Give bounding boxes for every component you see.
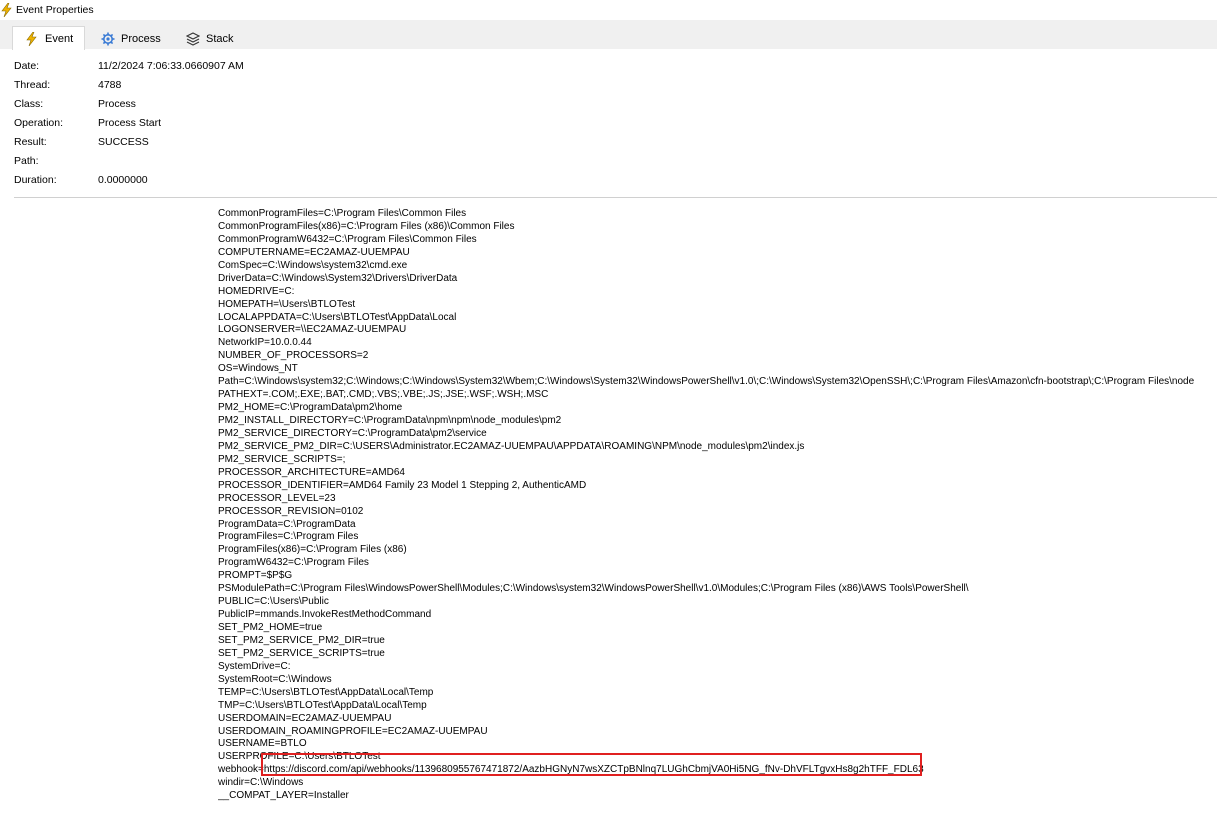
environment-variable-line: PublicIP=mmands.InvokeRestMethodCommand <box>218 609 432 621</box>
stack-layers-icon <box>185 31 201 46</box>
environment-variable-line: PM2_SERVICE_DIRECTORY=C:\ProgramData\pm2… <box>218 427 487 439</box>
property-row-thread: Thread: 4788 <box>14 79 414 95</box>
section-divider <box>14 197 1217 198</box>
window-titlebar: Event Properties <box>0 0 1217 20</box>
environment-variable-line: CommonProgramFiles(x86)=C:\Program Files… <box>218 220 515 232</box>
property-value: Process <box>98 98 136 110</box>
property-row-class: Class: Process <box>14 98 414 114</box>
tab-stack-label: Stack <box>206 32 234 45</box>
tab-event-label: Event <box>45 32 74 45</box>
environment-variable-line: USERDOMAIN=EC2AMAZ-UUEMPAU <box>218 712 392 724</box>
environment-variable-line: USERPROFILE=C:\Users\BTLOTest <box>218 751 381 763</box>
property-label: Result: <box>14 136 47 148</box>
environment-variable-line: windir=C:\Windows <box>218 777 304 789</box>
gear-icon <box>101 32 115 46</box>
environment-variable-line: PATHEXT=.COM;.EXE;.BAT;.CMD;.VBS;.VBE;.J… <box>218 389 549 401</box>
environment-variables-text[interactable]: CommonProgramFiles=C:\Program Files\Comm… <box>218 208 1217 803</box>
environment-variable-line: OS=Windows_NT <box>218 363 298 375</box>
environment-variable-line: PSModulePath=C:\Program Files\WindowsPow… <box>218 583 969 595</box>
environment-variable-line: __COMPAT_LAYER=Installer <box>218 790 349 802</box>
environment-variable-line: PM2_SERVICE_PM2_DIR=C:\USERS\Administrat… <box>218 440 805 452</box>
environment-variable-line: LOGONSERVER=\\EC2AMAZ-UUEMPAU <box>218 324 407 336</box>
environment-variable-line: PUBLIC=C:\Users\Public <box>218 596 329 608</box>
environment-variable-line: USERDOMAIN_ROAMINGPROFILE=EC2AMAZ-UUEMPA… <box>218 725 488 737</box>
environment-variable-line: LOCALAPPDATA=C:\Users\BTLOTest\AppData\L… <box>218 311 457 323</box>
environment-variable-line: PM2_INSTALL_DIRECTORY=C:\ProgramData\npm… <box>218 415 562 426</box>
environment-variable-line: DriverData=C:\Windows\System32\Drivers\D… <box>218 272 458 284</box>
tab-event[interactable]: Event <box>12 26 85 50</box>
property-value: SUCCESS <box>98 136 149 148</box>
lightning-bolt-icon <box>0 2 14 18</box>
environment-variable-line: COMPUTERNAME=EC2AMAZ-UUEMPAU <box>218 246 410 258</box>
environment-variable-line: ComSpec=C:\Windows\system32\cmd.exe <box>218 259 408 271</box>
environment-variable-line: webhook=https://discord.com/api/webhooks… <box>218 764 924 776</box>
property-row-duration: Duration: 0.0000000 <box>14 174 414 190</box>
tab-strip <box>0 20 1217 49</box>
lightning-bolt-icon <box>25 31 39 46</box>
property-row-result: Result: SUCCESS <box>14 136 414 152</box>
property-label: Operation: <box>14 117 64 129</box>
tab-process-label: Process <box>121 32 161 45</box>
window-title: Event Properties <box>16 4 94 16</box>
environment-variable-line: PROCESSOR_ARCHITECTURE=AMD64 <box>218 466 405 478</box>
property-label: Date: <box>14 60 40 72</box>
tab-stack[interactable]: Stack <box>185 28 246 49</box>
property-value: 0.0000000 <box>98 174 148 186</box>
property-label: Path: <box>14 155 39 167</box>
environment-variable-line: SET_PM2_SERVICE_PM2_DIR=true <box>218 634 385 646</box>
environment-variable-line: HOMEDRIVE=C: <box>218 285 295 297</box>
property-label: Thread: <box>14 79 51 91</box>
environment-variable-line: ProgramData=C:\ProgramData <box>218 518 356 530</box>
environment-variable-line: PROCESSOR_LEVEL=23 <box>218 492 336 504</box>
environment-variable-line: PROCESSOR_IDENTIFIER=AMD64 Family 23 Mod… <box>218 479 587 491</box>
property-row-path: Path: <box>14 155 414 171</box>
tab-process[interactable]: Process <box>101 28 171 49</box>
property-value: 11/2/2024 7:06:33.0660907 AM <box>98 60 244 72</box>
environment-variable-line: CommonProgramW6432=C:\Program Files\Comm… <box>218 233 477 245</box>
environment-variable-line: NUMBER_OF_PROCESSORS=2 <box>218 350 369 362</box>
environment-variable-line: ProgramFiles=C:\Program Files <box>218 531 359 543</box>
property-label: Class: <box>14 98 44 110</box>
environment-variable-line: Path=C:\Windows\system32;C:\Windows;C:\W… <box>218 376 1195 388</box>
environment-variable-line: TEMP=C:\Users\BTLOTest\AppData\Local\Tem… <box>218 686 434 698</box>
environment-variable-line: SET_PM2_SERVICE_SCRIPTS=true <box>218 647 385 659</box>
environment-variable-line: CommonProgramFiles=C:\Program Files\Comm… <box>218 208 467 219</box>
environment-variable-line: PM2_SERVICE_SCRIPTS=; <box>218 453 346 465</box>
environment-variable-line: NetworkIP=10.0.0.44 <box>218 337 312 349</box>
environment-variable-line: SystemDrive=C: <box>218 660 291 672</box>
environment-variable-line: PROMPT=$P$G <box>218 570 293 582</box>
property-value: 4788 <box>98 79 122 91</box>
environment-variable-line: HOMEPATH=\Users\BTLOTest <box>218 298 356 310</box>
property-row-date: Date: 11/2/2024 7:06:33.0660907 AM <box>14 60 414 76</box>
property-row-operation: Operation: Process Start <box>14 117 414 133</box>
environment-variable-line: ProgramW6432=C:\Program Files <box>218 557 369 569</box>
environment-variable-line: TMP=C:\Users\BTLOTest\AppData\Local\Temp <box>218 699 427 711</box>
property-value: Process Start <box>98 117 162 129</box>
property-label: Duration: <box>14 174 57 186</box>
environment-variable-line: SET_PM2_HOME=true <box>218 622 323 633</box>
environment-variable-line: USERNAME=BTLO <box>218 738 307 750</box>
environment-variable-line: SystemRoot=C:\Windows <box>218 673 332 685</box>
environment-variable-line: PM2_HOME=C:\ProgramData\pm2\home <box>218 402 403 414</box>
environment-variable-line: ProgramFiles(x86)=C:\Program Files (x86) <box>218 544 407 556</box>
environment-variable-line: PROCESSOR_REVISION=0102 <box>218 505 364 517</box>
